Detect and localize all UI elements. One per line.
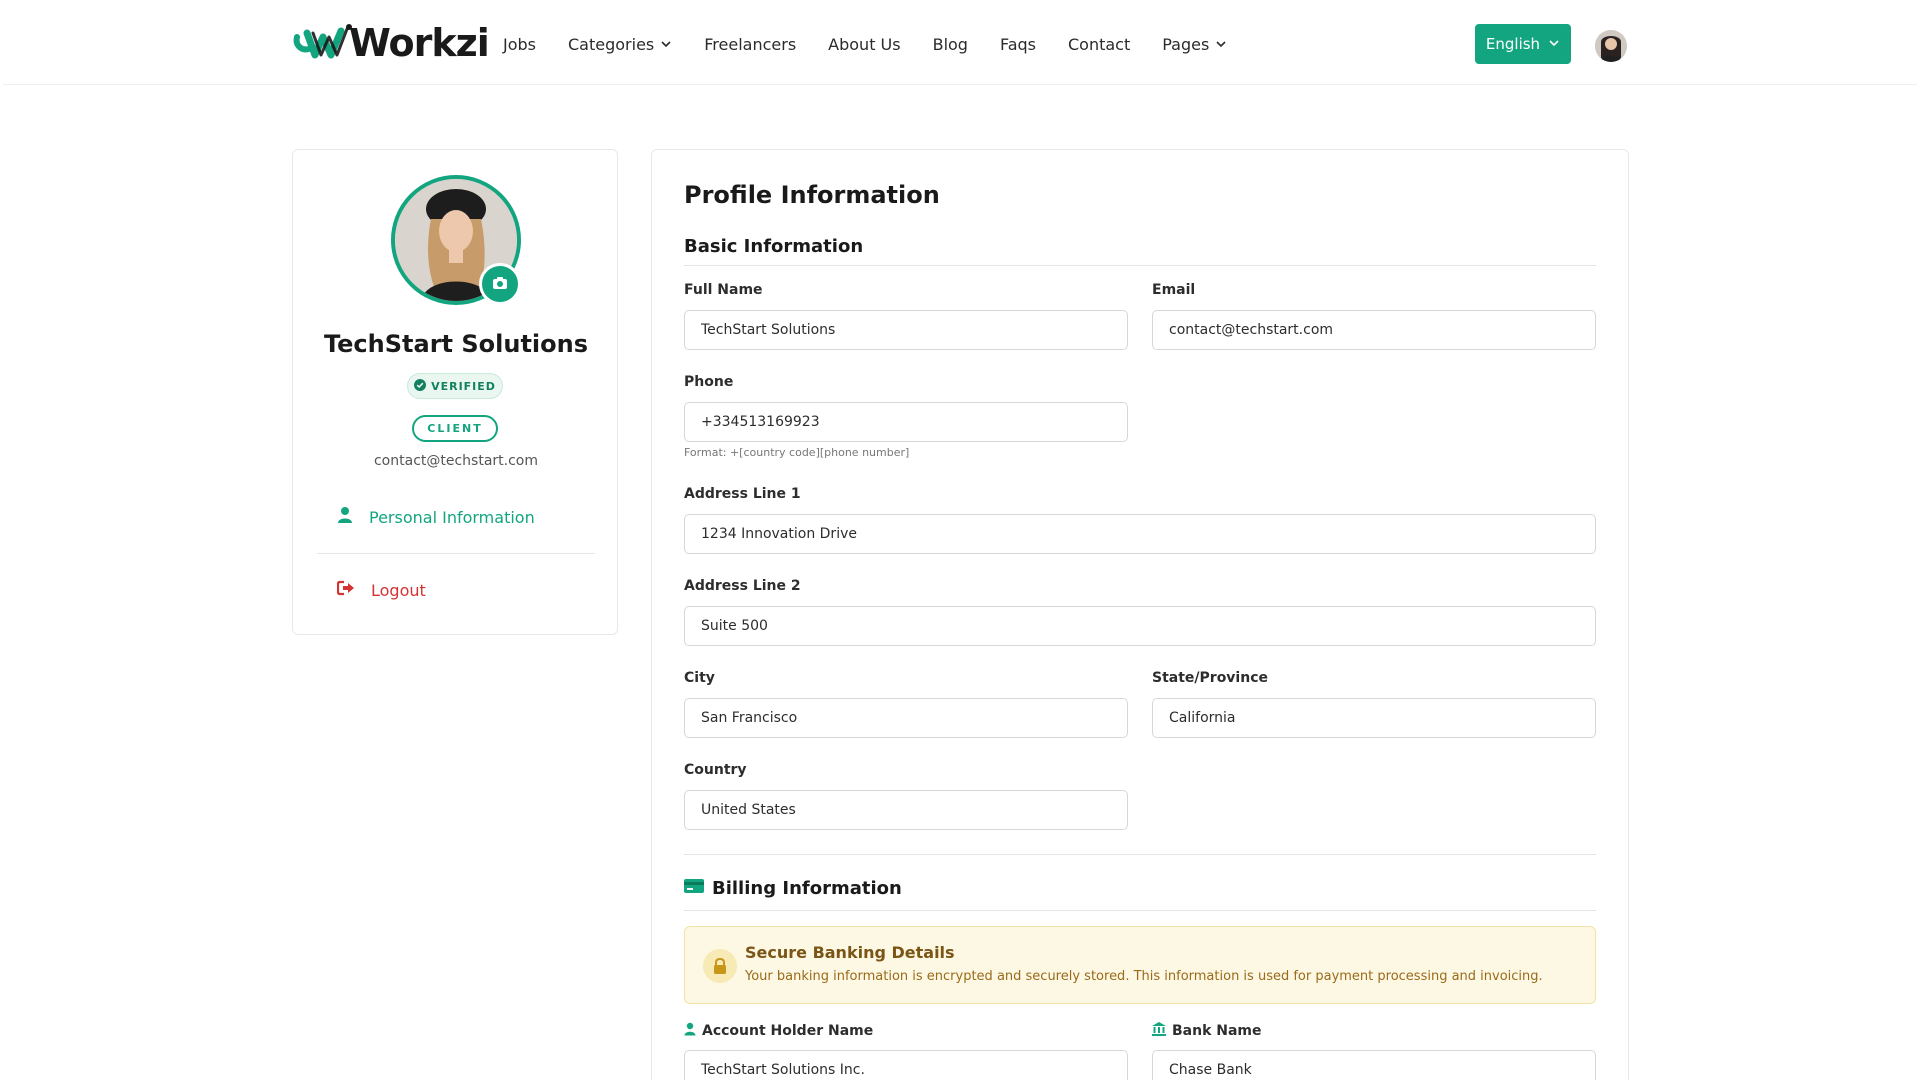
logout-button[interactable]: Logout xyxy=(336,580,426,600)
language-selector[interactable]: English xyxy=(1475,24,1571,64)
user-icon xyxy=(337,506,353,528)
address-line-1-label: Address Line 1 xyxy=(684,486,801,502)
logo-text: Workzi xyxy=(349,21,490,65)
nav-jobs[interactable]: Jobs xyxy=(503,35,536,54)
sign-out-icon xyxy=(336,580,355,600)
full-name-input[interactable] xyxy=(684,310,1128,350)
address-line-2-input[interactable] xyxy=(684,606,1596,646)
camera-icon xyxy=(492,275,508,294)
nav-about-us-label: About Us xyxy=(828,34,901,54)
nav-jobs-label: Jobs xyxy=(503,34,536,54)
full-name-label: Full Name xyxy=(684,282,763,298)
bank-name-input[interactable] xyxy=(1152,1050,1596,1080)
nav-faqs[interactable]: Faqs xyxy=(1000,35,1036,54)
nav-blog[interactable]: Blog xyxy=(933,35,968,54)
nav-pages[interactable]: Pages xyxy=(1162,35,1227,54)
bank-name-label: Bank Name xyxy=(1152,1022,1262,1040)
account-holder-label-text: Account Holder Name xyxy=(702,1023,874,1039)
basic-info-heading-text: Basic Information xyxy=(684,236,864,257)
nav-contact-label: Contact xyxy=(1068,34,1131,54)
language-label: English xyxy=(1485,35,1541,53)
lock-icon xyxy=(703,949,737,983)
state-label: State/Province xyxy=(1152,670,1268,686)
verified-badge: VERIFIED xyxy=(407,373,503,399)
profile-form-card: Profile Information Basic Information Fu… xyxy=(651,149,1629,1080)
site-header: Workzi Jobs Categories Freelancers About… xyxy=(3,3,1917,85)
logout-label: Logout xyxy=(371,580,426,600)
user-avatar[interactable] xyxy=(1595,30,1627,62)
city-label: City xyxy=(684,670,715,686)
role-badge: CLIENT xyxy=(412,415,498,442)
check-circle-icon xyxy=(414,378,427,394)
account-holder-label: Account Holder Name xyxy=(684,1022,873,1040)
sidebar-item-label: Personal Information xyxy=(369,507,535,527)
verified-label: VERIFIED xyxy=(431,379,496,393)
nav-about-us[interactable]: About Us xyxy=(828,35,900,54)
company-name: TechStart Solutions xyxy=(323,330,589,358)
profile-sidebar-card: TechStart Solutions VERIFIED CLIENT cont… xyxy=(292,149,618,635)
nav-categories[interactable]: Categories xyxy=(568,35,672,54)
nav-categories-label: Categories xyxy=(568,34,655,54)
email-label: Email xyxy=(1152,282,1196,298)
state-input[interactable] xyxy=(1152,698,1596,738)
bank-name-label-text: Bank Name xyxy=(1172,1023,1262,1039)
nav-pages-label: Pages xyxy=(1162,34,1210,54)
phone-label: Phone xyxy=(684,374,734,390)
secure-banking-notice: Secure Banking Details Your banking info… xyxy=(684,926,1596,1004)
country-input[interactable] xyxy=(684,790,1128,830)
sidebar-divider xyxy=(317,553,595,554)
section-divider xyxy=(684,854,1596,855)
chevron-down-icon xyxy=(1548,35,1560,53)
address-line-1-input[interactable] xyxy=(684,514,1596,554)
nav-faqs-label: Faqs xyxy=(999,34,1036,54)
site-logo[interactable]: Workzi xyxy=(293,21,490,65)
phone-input[interactable] xyxy=(684,402,1128,442)
phone-format-hint: Format: +[country code][phone number] xyxy=(684,446,910,459)
city-input[interactable] xyxy=(684,698,1128,738)
billing-info-heading-text: Billing Information xyxy=(712,878,902,899)
chevron-down-icon xyxy=(1215,38,1227,50)
nav-freelancers[interactable]: Freelancers xyxy=(704,35,796,54)
page-title: Profile Information xyxy=(684,181,940,209)
nav-contact[interactable]: Contact xyxy=(1068,35,1130,54)
account-holder-input[interactable] xyxy=(684,1050,1128,1080)
billing-info-heading: Billing Information xyxy=(684,878,902,899)
logo-w-mark xyxy=(293,23,355,63)
sidebar-item-personal-information[interactable]: Personal Information xyxy=(337,506,535,528)
chevron-down-icon xyxy=(660,38,672,50)
nav-freelancers-label: Freelancers xyxy=(704,34,797,54)
email-input[interactable] xyxy=(1152,310,1596,350)
country-label: Country xyxy=(684,762,747,778)
basic-info-heading: Basic Information xyxy=(684,236,863,257)
notice-text: Your banking information is encrypted an… xyxy=(745,969,1543,984)
section-divider xyxy=(684,910,1596,911)
change-photo-button[interactable] xyxy=(479,263,521,305)
bank-icon xyxy=(1152,1022,1166,1040)
address-line-2-label: Address Line 2 xyxy=(684,578,801,594)
notice-title: Secure Banking Details xyxy=(745,943,955,962)
section-divider xyxy=(684,265,1596,266)
nav-blog-label: Blog xyxy=(932,34,968,54)
main-nav: Jobs Categories Freelancers About Us Blo… xyxy=(503,3,1259,85)
user-icon xyxy=(684,1022,696,1040)
sidebar-email: contact@techstart.com xyxy=(373,453,539,469)
credit-card-icon xyxy=(684,878,704,899)
